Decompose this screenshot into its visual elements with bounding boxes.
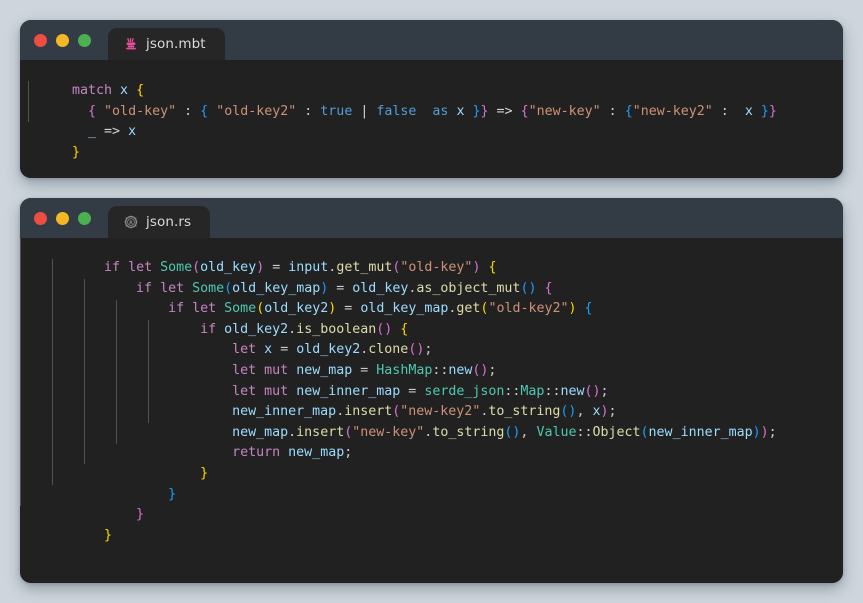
editor-pane-moonbit[interactable]: match x { { "old-key" : { "old-key2" : t… — [20, 60, 843, 178]
code-line: if let Some(old_key2) = old_key_map.get(… — [168, 301, 593, 317]
close-button[interactable] — [34, 211, 47, 225]
maximize-button[interactable] — [78, 211, 91, 225]
minimize-button[interactable] — [56, 33, 69, 47]
svg-text:R: R — [129, 220, 133, 226]
traffic-lights — [34, 198, 91, 238]
tab-json-mbt[interactable]: json.mbt — [108, 28, 225, 60]
code-block-moonbit: match x { { "old-key" : { "old-key2" : t… — [20, 60, 843, 178]
code-line: } — [200, 465, 209, 481]
indent-guide — [148, 320, 149, 424]
rust-icon: R — [123, 215, 138, 230]
code-line: } — [72, 144, 81, 160]
indent-guide — [28, 80, 29, 122]
code-line: if old_key2.is_boolean() { — [200, 321, 409, 337]
window-titlebar[interactable]: R json.rs — [20, 198, 843, 238]
code-line: let mut new_map = HashMap::new(); — [232, 362, 497, 378]
code-line: new_inner_map.insert("new-key2".to_strin… — [232, 404, 617, 420]
code-line: return new_map; — [232, 445, 353, 461]
tab-label: json.rs — [146, 214, 192, 230]
code-block-rust: if let Some(old_key) = input.get_mut("ol… — [20, 238, 843, 566]
traffic-lights — [34, 20, 91, 60]
page-root: json.mbt match x { { "old-key" : { "old-… — [0, 0, 863, 603]
close-button[interactable] — [34, 33, 47, 47]
code-line: new_map.insert("new-key".to_string(), Va… — [232, 424, 777, 440]
code-line: match x { — [72, 83, 145, 98]
indent-guide — [116, 299, 117, 444]
tab-label: json.mbt — [146, 36, 206, 52]
code-line: if let Some(old_key) = input.get_mut("ol… — [104, 260, 497, 275]
indent-guide — [84, 279, 85, 465]
code-line: } — [104, 527, 113, 543]
code-window-rust: R json.rs if let Some(old_key) = input.g… — [20, 198, 843, 583]
code-line: let x = old_key2.clone(); — [232, 342, 433, 358]
moonbit-icon — [123, 37, 138, 52]
editor-pane-rust[interactable]: if let Some(old_key) = input.get_mut("ol… — [20, 238, 843, 583]
window-titlebar[interactable]: json.mbt — [20, 20, 843, 60]
maximize-button[interactable] — [78, 33, 91, 47]
indent-guide — [52, 258, 53, 485]
minimize-button[interactable] — [56, 211, 69, 225]
code-line: _ => x — [88, 124, 137, 140]
code-window-moonbit: json.mbt match x { { "old-key" : { "old-… — [20, 20, 843, 178]
code-line: } — [136, 507, 145, 523]
code-line: { "old-key" : { "old-key2" : true | fals… — [88, 103, 777, 119]
indent-guide — [20, 238, 21, 506]
code-line: if let Some(old_key_map) = old_key.as_ob… — [136, 280, 553, 296]
code-line: let mut new_inner_map = serde_json::Map:… — [232, 383, 609, 399]
tab-json-rs[interactable]: R json.rs — [108, 206, 211, 238]
code-line: } — [168, 486, 177, 502]
